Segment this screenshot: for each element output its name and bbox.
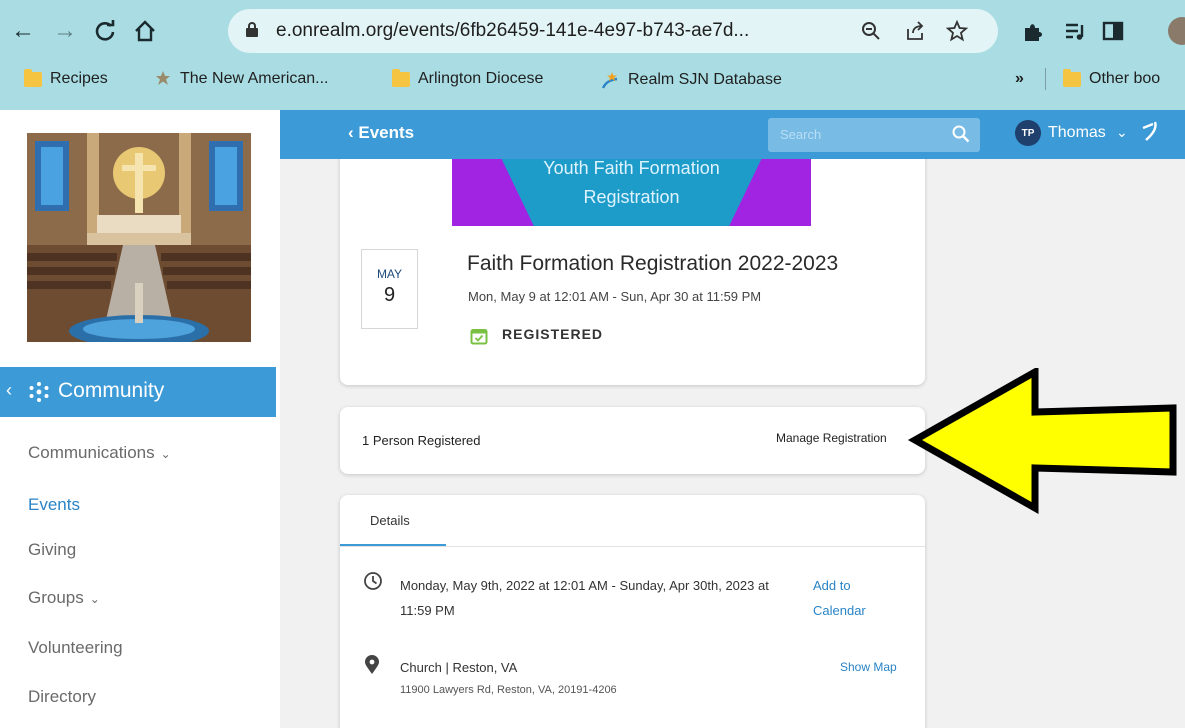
extensions-puzzle-icon[interactable] xyxy=(1016,14,1050,48)
folder-icon xyxy=(392,68,410,87)
community-section-header[interactable]: ‹ Community xyxy=(0,367,276,417)
sidebar-item-label: Groups xyxy=(28,588,84,607)
realm-logo-icon[interactable] xyxy=(1140,120,1160,149)
back-to-events-link[interactable]: ‹ Events xyxy=(348,123,414,143)
sidebar: ‹ Community Communications ⌄ Events Givin… xyxy=(0,110,280,728)
app-header: ‹ Events Search TP Thomas ⌄ xyxy=(280,110,1185,159)
tab-details[interactable]: Details xyxy=(370,513,410,528)
bookmarks-divider xyxy=(1045,68,1046,90)
sidebar-item-label: Directory xyxy=(28,687,97,706)
chevron-left-icon[interactable]: ‹ xyxy=(6,380,12,401)
bookmark-other[interactable]: Other boo xyxy=(1063,68,1161,88)
reading-list-icon[interactable] xyxy=(1058,14,1092,48)
bookmark-realm-sjn[interactable]: Realm SJN Database xyxy=(600,70,782,90)
community-title: Community xyxy=(58,379,165,402)
event-date-badge: MAY 9 xyxy=(361,249,418,329)
chevron-down-icon: ⌄ xyxy=(160,447,171,461)
show-map-link[interactable]: Show Map xyxy=(840,660,897,674)
bookmark-label: Other boo xyxy=(1089,70,1161,87)
registration-card: 1 Person Registered Manage Registration xyxy=(340,407,925,474)
event-summary-card: 2022-2023 Youth Faith Formation Registra… xyxy=(340,159,925,385)
bookmark-arlington-diocese[interactable]: Arlington Diocese xyxy=(392,68,544,88)
bookmark-label: Realm SJN Database xyxy=(628,71,782,88)
back-arrow-icon[interactable]: ← xyxy=(8,14,38,48)
realm-favicon-icon xyxy=(600,70,620,90)
bookmark-star-icon[interactable] xyxy=(944,18,970,44)
event-full-datetime: Monday, May 9th, 2022 at 12:01 AM - Sund… xyxy=(400,578,769,618)
sidebar-item-label: Volunteering xyxy=(28,638,123,657)
address-bar[interactable]: e.onrealm.org/events/6fb26459-141e-4e97-… xyxy=(228,9,998,53)
home-icon[interactable] xyxy=(130,14,160,48)
chevron-down-icon[interactable]: ⌄ xyxy=(1116,124,1128,141)
manage-registration-link[interactable]: Manage Registration xyxy=(776,431,887,445)
browser-chrome: ← → e.onrealm.org/events/6fb26459-141e-4… xyxy=(0,0,1185,110)
sidebar-item-label: Events xyxy=(28,495,80,514)
details-card: Details Monday, May 9th, 2022 at 12:01 A… xyxy=(340,495,925,728)
chevron-down-icon: ⌄ xyxy=(89,592,100,606)
bookmark-label: The New American... xyxy=(180,70,329,87)
map-pin-icon xyxy=(364,655,380,680)
sidebar-item-giving[interactable]: Giving xyxy=(28,540,76,560)
sidebar-item-events[interactable]: Events xyxy=(28,495,80,515)
sidebar-item-label: Giving xyxy=(28,540,77,559)
user-avatar[interactable]: TP xyxy=(1015,120,1041,146)
community-atom-icon xyxy=(28,381,50,408)
browser-toolbar: ← → e.onrealm.org/events/6fb26459-141e-4… xyxy=(0,0,1185,62)
side-panel-icon[interactable] xyxy=(1096,14,1130,48)
forward-arrow-icon[interactable]: → xyxy=(50,14,80,48)
sidebar-item-communications[interactable]: Communications ⌄ xyxy=(28,443,171,463)
search-icon[interactable] xyxy=(952,125,970,148)
event-banner-image: 2022-2023 Youth Faith Formation Registra… xyxy=(452,159,811,226)
profile-avatar[interactable] xyxy=(1168,17,1185,45)
bookmark-new-american[interactable]: The New American... xyxy=(154,70,329,88)
bookmark-label: Arlington Diocese xyxy=(418,70,544,87)
event-title: Faith Formation Registration 2022-2023 xyxy=(467,252,839,275)
bookmarks-overflow-chevron-icon[interactable]: » xyxy=(1015,70,1024,88)
date-month: MAY xyxy=(376,267,403,281)
sidebar-item-groups[interactable]: Groups ⌄ xyxy=(28,588,100,608)
location-address: 11900 Lawyers Rd, Reston, VA, 20191-4206 xyxy=(400,684,617,696)
folder-icon xyxy=(1063,68,1081,87)
banner-line: Youth Faith Formation xyxy=(543,159,720,178)
add-to-calendar-link[interactable]: Add to Calendar xyxy=(813,573,883,623)
bookmark-recipes[interactable]: Recipes xyxy=(24,68,108,88)
date-day: 9 xyxy=(383,284,396,306)
sidebar-item-volunteering[interactable]: Volunteering xyxy=(28,638,123,658)
user-menu[interactable]: Thomas xyxy=(1048,124,1106,142)
sidebar-item-label: Communications xyxy=(28,443,155,462)
banner-line: Registration xyxy=(583,187,680,207)
location-name: Church | Reston, VA xyxy=(400,660,518,675)
calendar-check-icon xyxy=(470,327,488,350)
share-icon[interactable] xyxy=(902,18,928,44)
yellow-pointer-arrow xyxy=(907,368,1177,515)
folder-icon xyxy=(24,68,42,87)
church-interior-image xyxy=(27,133,251,342)
bookmark-label: Recipes xyxy=(50,70,108,87)
event-time-range: Mon, May 9 at 12:01 AM - Sun, Apr 30 at … xyxy=(468,289,762,304)
bookmark-favicon-icon xyxy=(154,70,172,88)
registered-count: 1 Person Registered xyxy=(362,433,481,448)
bookmarks-bar: Recipes The New American... Arlington Di… xyxy=(0,62,1185,98)
reload-icon[interactable] xyxy=(90,14,120,48)
url-text: e.onrealm.org/events/6fb26459-141e-4e97-… xyxy=(276,20,750,41)
zoom-icon[interactable] xyxy=(858,18,884,44)
lock-icon xyxy=(246,22,258,37)
sidebar-item-directory[interactable]: Directory xyxy=(28,687,96,707)
overflow-label: » xyxy=(1015,70,1024,87)
search-placeholder: Search xyxy=(780,127,822,142)
clock-icon xyxy=(363,571,383,596)
registered-status: REGISTERED xyxy=(502,326,604,342)
search-input[interactable]: Search xyxy=(768,118,980,152)
tab-divider xyxy=(340,546,925,547)
